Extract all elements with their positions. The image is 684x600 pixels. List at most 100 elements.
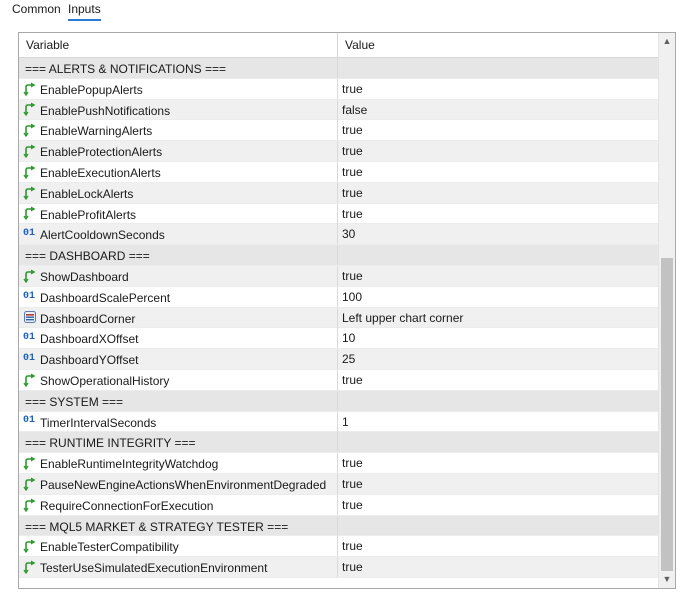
variable-name: DashboardYOffset <box>40 352 139 367</box>
group-header-row[interactable]: === DASHBOARD === <box>19 245 658 266</box>
parameter-row[interactable]: ShowOperationalHistory true <box>19 369 658 391</box>
parameter-row[interactable]: EnableRuntimeIntegrityWatchdog true <box>19 453 658 474</box>
group-header-row[interactable]: === ALERTS & NOTIFICATIONS === <box>19 58 658 79</box>
parameter-row[interactable]: EnableProtectionAlerts true <box>19 141 658 162</box>
value-cell[interactable]: true <box>338 557 658 577</box>
parameter-row[interactable]: EnableLockAlerts true <box>19 182 658 204</box>
variable-cell: EnableProfitAlerts <box>19 203 338 224</box>
variable-name: EnableLockAlerts <box>40 186 134 201</box>
variable-cell: 01 AlertCooldownSeconds <box>19 224 338 245</box>
vertical-scrollbar[interactable]: ▲ ▼ <box>658 33 675 588</box>
parameter-row[interactable]: ShowDashboard true <box>19 265 658 287</box>
variable-name: ShowOperationalHistory <box>40 373 170 388</box>
variable-name: EnableProfitAlerts <box>40 207 137 222</box>
parameter-row[interactable]: EnableWarningAlerts true <box>19 120 658 142</box>
value-cell[interactable]: true <box>338 370 658 390</box>
parameter-row[interactable]: EnablePopupAlerts true <box>19 78 658 100</box>
value-cell[interactable]: 25 <box>338 349 658 369</box>
green-arrow-icon <box>23 539 36 554</box>
green-arrow-icon <box>23 206 36 221</box>
column-header-value[interactable]: Value <box>338 33 658 57</box>
green-arrow-icon <box>23 165 36 179</box>
value-cell[interactable]: true <box>338 536 658 556</box>
variable-cell: PauseNewEngineActionsWhenEnvironmentDegr… <box>19 473 338 494</box>
value-cell[interactable]: true <box>338 162 658 182</box>
value-cell[interactable]: true <box>338 120 658 140</box>
value-cell <box>338 516 658 536</box>
value-cell[interactable]: 30 <box>338 224 658 244</box>
variable-cell: EnableRuntimeIntegrityWatchdog <box>19 453 338 474</box>
integer-01-icon: 01 <box>23 290 36 302</box>
inputs-grid: Variable Value === ALERTS & NOTIFICATION… <box>18 32 676 589</box>
value-cell[interactable]: true <box>338 79 658 99</box>
parameter-row[interactable]: 01 DashboardScalePercent 100 <box>19 286 658 308</box>
variable-cell: === MQL5 MARKET & STRATEGY TESTER === <box>19 515 338 536</box>
value-cell[interactable]: true <box>338 453 658 473</box>
tab-inputs[interactable]: Inputs <box>68 1 101 21</box>
parameter-row[interactable]: 01 DashboardYOffset 25 <box>19 349 658 370</box>
variable-cell: === ALERTS & NOTIFICATIONS === <box>19 58 338 78</box>
parameter-row[interactable]: 01 TimerIntervalSeconds 1 <box>19 411 658 433</box>
value-cell[interactable]: true <box>338 204 658 224</box>
value-cell <box>338 58 658 78</box>
variable-name: DashboardXOffset <box>40 332 139 347</box>
variable-name: EnableTesterCompatibility <box>40 540 179 555</box>
variable-name: DashboardScalePercent <box>40 290 171 305</box>
group-header-row[interactable]: === RUNTIME INTEGRITY === <box>19 432 658 454</box>
value-cell[interactable]: 10 <box>338 328 658 348</box>
parameter-row[interactable]: EnablePushNotifications false <box>19 99 658 121</box>
variable-name: ShowDashboard <box>40 269 129 284</box>
group-label: === DASHBOARD === <box>25 249 150 263</box>
integer-01-icon: 01 <box>23 415 36 427</box>
variable-cell: === DASHBOARD === <box>19 245 338 266</box>
value-cell[interactable]: true <box>338 495 658 515</box>
tab-bar: Common Inputs <box>0 0 684 22</box>
value-cell[interactable]: true <box>338 141 658 161</box>
group-label: === MQL5 MARKET & STRATEGY TESTER === <box>25 519 289 534</box>
column-header-variable[interactable]: Variable <box>19 33 338 57</box>
green-arrow-icon <box>23 456 36 470</box>
scroll-up-arrow-icon[interactable]: ▲ <box>659 33 675 50</box>
parameter-row[interactable]: PauseNewEngineActionsWhenEnvironmentDegr… <box>19 473 658 495</box>
green-arrow-icon <box>23 82 36 96</box>
input-parameters-window: Common Inputs Variable Value === ALERTS … <box>0 0 684 600</box>
group-label: === ALERTS & NOTIFICATIONS === <box>25 61 226 76</box>
variable-cell: EnableLockAlerts <box>19 182 338 203</box>
value-cell[interactable]: 1 <box>338 412 658 432</box>
parameter-row[interactable]: DashboardCorner Left upper chart corner <box>19 307 658 329</box>
variable-cell: EnableProtectionAlerts <box>19 141 338 162</box>
green-arrow-icon <box>23 186 36 200</box>
scrollbar-thumb[interactable] <box>661 258 673 571</box>
parameter-row[interactable]: 01 DashboardXOffset 10 <box>19 328 658 350</box>
variable-name: TimerIntervalSeconds <box>40 415 157 430</box>
group-header-row[interactable]: === MQL5 MARKET & STRATEGY TESTER === <box>19 515 658 537</box>
parameter-row[interactable]: TesterUseSimulatedExecutionEnvironment tr… <box>19 557 658 578</box>
green-arrow-icon <box>23 102 36 117</box>
value-cell[interactable]: Left upper chart corner <box>338 308 658 328</box>
value-cell <box>338 391 658 411</box>
scroll-down-arrow-icon[interactable]: ▼ <box>659 571 675 588</box>
parameter-row[interactable]: 01 AlertCooldownSeconds 30 <box>19 224 658 246</box>
parameter-row[interactable]: EnableProfitAlerts true <box>19 203 658 225</box>
tab-common[interactable]: Common <box>12 1 61 19</box>
variable-name: EnableProtectionAlerts <box>40 145 163 160</box>
parameter-row[interactable]: EnableExecutionAlerts true <box>19 161 658 183</box>
variable-cell: === RUNTIME INTEGRITY === <box>19 432 338 453</box>
parameter-row[interactable]: EnableTesterCompatibility true <box>19 536 658 558</box>
variable-cell: ShowOperationalHistory <box>19 369 338 390</box>
value-cell[interactable]: 100 <box>338 287 658 307</box>
value-cell[interactable]: true <box>338 183 658 203</box>
variable-cell: ShowDashboard <box>19 265 338 286</box>
value-cell[interactable]: true <box>338 266 658 286</box>
green-arrow-icon <box>23 144 36 159</box>
value-cell[interactable]: true <box>338 474 658 494</box>
parameter-row[interactable]: RequireConnectionForExecution true <box>19 494 658 516</box>
variable-name: PauseNewEngineActionsWhenEnvironmentDegr… <box>40 477 327 492</box>
group-header-row[interactable]: === SYSTEM === <box>19 390 658 412</box>
variable-cell: TesterUseSimulatedExecutionEnvironment <box>19 557 338 578</box>
grid-header: Variable Value <box>19 33 658 58</box>
value-cell[interactable]: false <box>338 100 658 120</box>
variable-cell: EnableExecutionAlerts <box>19 161 338 182</box>
variable-cell: EnablePushNotifications <box>19 99 338 120</box>
variable-cell: RequireConnectionForExecution <box>19 494 338 515</box>
